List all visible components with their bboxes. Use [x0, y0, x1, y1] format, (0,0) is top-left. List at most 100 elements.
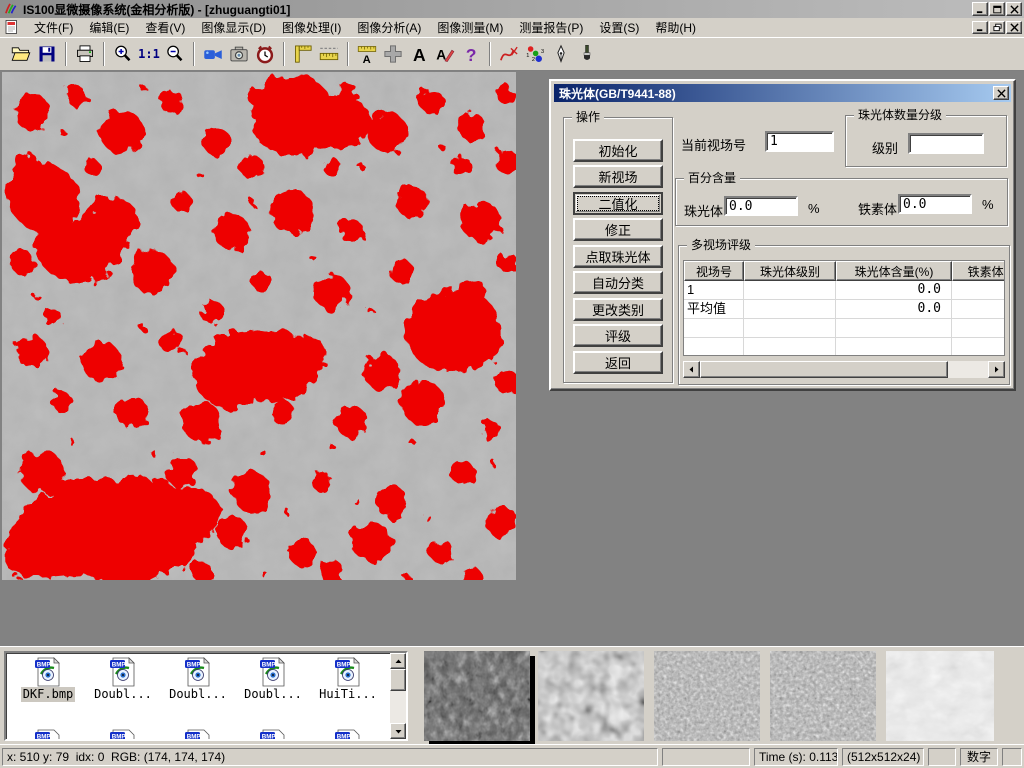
mdi-minimize-button[interactable] — [972, 21, 988, 34]
curve-tool-button[interactable] — [496, 41, 522, 67]
table-row[interactable]: 1 0.0 — [684, 281, 1004, 300]
file-name[interactable]: Doubl... — [242, 687, 304, 702]
menu-image-analysis[interactable]: 图像分析(A) — [349, 17, 429, 38]
return-button[interactable]: 返回 — [573, 351, 663, 374]
file-name[interactable]: Doubl... — [167, 687, 229, 702]
scroll-up-button[interactable] — [390, 653, 406, 669]
text-label-button[interactable]: A — [406, 41, 432, 67]
arrow-right-icon — [993, 366, 1000, 373]
rating-table-header: 视场号 珠光体级别 珠光体含量(%) 铁素体含量(%) — [684, 261, 1004, 281]
menu-image-display[interactable]: 图像显示(D) — [193, 17, 274, 38]
status-empty-panel — [928, 748, 956, 766]
thumbnail-4[interactable] — [770, 651, 876, 741]
menu-edit[interactable]: 编辑(E) — [81, 17, 137, 38]
bmp-file-icon[interactable]: BMP — [109, 729, 137, 741]
file-item[interactable]: BMP HuiTi... — [312, 657, 384, 702]
thumbnail-3[interactable] — [654, 651, 760, 741]
document-system-menu-icon[interactable] — [4, 19, 20, 35]
scroll-down-button[interactable] — [390, 723, 406, 739]
menu-file[interactable]: 文件(F) — [26, 17, 81, 38]
bmp-file-icon: BMP — [184, 657, 212, 687]
dialog-close-button[interactable] — [993, 86, 1009, 100]
svg-text:BMP: BMP — [337, 734, 351, 741]
file-name[interactable]: Doubl... — [92, 687, 154, 702]
bmp-file-icon[interactable]: BMP — [184, 729, 212, 741]
file-list-scrollbar[interactable] — [390, 653, 406, 739]
table-row-empty[interactable] — [684, 319, 1004, 338]
thumbnail-2[interactable] — [538, 651, 644, 741]
ruler-measure-button[interactable] — [316, 41, 342, 67]
ferrite-unit: % — [982, 197, 994, 212]
auto-classify-button[interactable]: 自动分类 — [573, 271, 663, 294]
scrollbar-thumb[interactable] — [390, 669, 406, 691]
table-horizontal-scrollbar[interactable] — [683, 361, 1005, 378]
table-row[interactable]: 平均值 0.0 — [684, 300, 1004, 319]
save-button[interactable] — [34, 41, 60, 67]
timer-button[interactable] — [252, 41, 278, 67]
rate-button[interactable]: 评级 — [573, 324, 663, 347]
thumbnail-5[interactable] — [886, 651, 994, 741]
snapshot-button[interactable] — [226, 41, 252, 67]
level-input[interactable] — [908, 133, 984, 154]
zoom-in-icon — [113, 44, 133, 64]
dialog-title: 珠光体(GB/T9441-88) — [559, 85, 676, 102]
open-button[interactable] — [8, 41, 34, 67]
arrow-up-icon — [395, 658, 402, 665]
classify-dots-button[interactable]: 123 — [522, 41, 548, 67]
zoom-out-button[interactable] — [162, 41, 188, 67]
minimize-button[interactable] — [972, 2, 988, 16]
menu-settings[interactable]: 设置(S) — [591, 17, 647, 38]
zoom-out-icon — [165, 44, 185, 64]
edit-annotation-icon: A — [435, 44, 455, 64]
mdi-restore-icon — [993, 23, 1002, 32]
ferrite-percent-input[interactable] — [898, 194, 972, 214]
file-name[interactable]: HuiTi... — [317, 687, 379, 702]
bmp-file-icon[interactable]: BMP — [34, 729, 62, 741]
caliper-measure-button[interactable] — [290, 41, 316, 67]
measure-label-button[interactable]: A — [354, 41, 380, 67]
thumbnail-3-image — [654, 651, 760, 741]
pearlite-percent-input[interactable] — [724, 196, 798, 216]
change-category-button[interactable]: 更改类别 — [573, 298, 663, 321]
scrollbar-thumb[interactable] — [700, 361, 948, 378]
pick-pearlite-button[interactable]: 点取珠光体 — [573, 245, 663, 268]
micrograph-image[interactable] — [2, 72, 516, 580]
mdi-close-button[interactable] — [1006, 21, 1022, 34]
cell-field: 1 — [684, 281, 744, 300]
file-item[interactable]: BMP DKF.bmp — [12, 657, 84, 702]
cell-ferrite — [952, 300, 1005, 319]
help-button[interactable]: ? — [458, 41, 484, 67]
mdi-restore-button[interactable] — [989, 21, 1005, 34]
binarize-button[interactable]: 二值化 — [573, 192, 663, 215]
pen-tool-button[interactable] — [548, 41, 574, 67]
image-merge-button[interactable] — [380, 41, 406, 67]
file-name[interactable]: DKF.bmp — [21, 687, 76, 702]
menu-image-processing[interactable]: 图像处理(I) — [274, 17, 349, 38]
edit-annotation-button[interactable]: A — [432, 41, 458, 67]
menu-view[interactable]: 查看(V) — [137, 17, 193, 38]
menu-image-measure[interactable]: 图像测量(M) — [429, 17, 511, 38]
zoom-in-button[interactable] — [110, 41, 136, 67]
table-row-empty[interactable] — [684, 338, 1004, 356]
file-item[interactable]: BMP Doubl... — [162, 657, 234, 702]
print-button[interactable] — [72, 41, 98, 67]
brush-tool-button[interactable] — [574, 41, 600, 67]
menu-help[interactable]: 帮助(H) — [647, 17, 704, 38]
scroll-right-button[interactable] — [988, 361, 1005, 378]
dialog-title-bar[interactable]: 珠光体(GB/T9441-88) — [554, 84, 1011, 102]
file-item[interactable]: BMP Doubl... — [237, 657, 309, 702]
close-button[interactable] — [1006, 2, 1022, 16]
thumbnail-1[interactable] — [424, 651, 530, 741]
initialize-button[interactable]: 初始化 — [573, 139, 663, 162]
video-capture-button[interactable] — [200, 41, 226, 67]
current-field-input[interactable] — [765, 131, 834, 152]
new-field-button[interactable]: 新视场 — [573, 165, 663, 188]
scroll-left-button[interactable] — [683, 361, 700, 378]
actual-size-button[interactable]: 1:1 — [136, 41, 162, 67]
bmp-file-icon[interactable]: BMP — [259, 729, 287, 741]
menu-measure-report[interactable]: 测量报告(P) — [511, 17, 591, 38]
bmp-file-icon[interactable]: BMP — [334, 729, 362, 741]
correct-button[interactable]: 修正 — [573, 218, 663, 241]
maximize-button[interactable] — [989, 2, 1005, 16]
file-item[interactable]: BMP Doubl... — [87, 657, 159, 702]
